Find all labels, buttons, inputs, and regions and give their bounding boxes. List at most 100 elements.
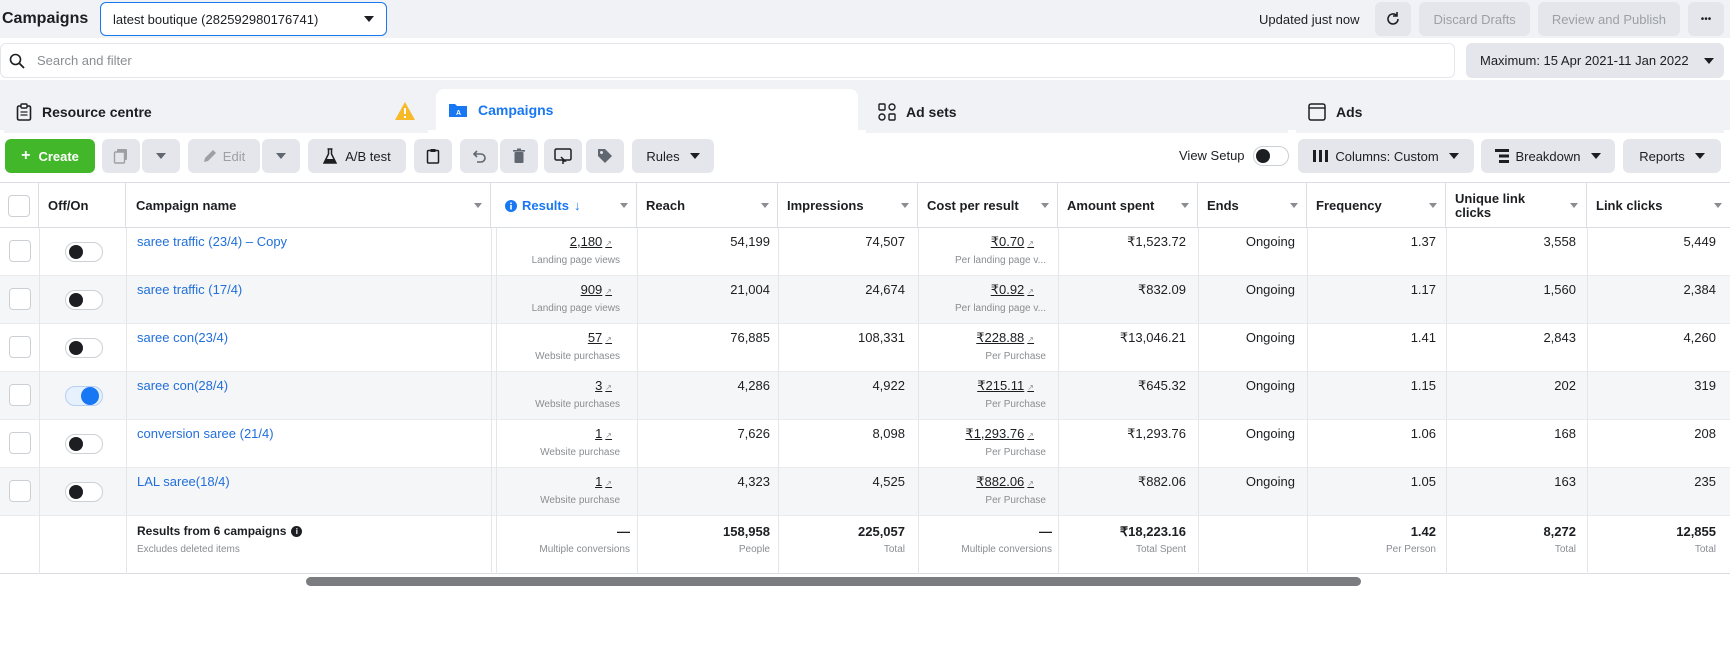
totals-impressions-subtitle: Total (883, 544, 905, 555)
column-divider (39, 276, 40, 324)
chevron-down-icon (364, 16, 374, 22)
campaign-toggle[interactable] (65, 290, 103, 310)
totals-lc-value: 12,855 (1676, 524, 1716, 539)
clipboard-button[interactable] (414, 139, 452, 173)
impressions-value-value: 74,507 (865, 234, 905, 249)
duplicate-button[interactable] (102, 139, 140, 173)
results-value[interactable]: 2,180 ↗ (570, 234, 612, 249)
trash-icon (513, 148, 525, 163)
row-checkbox[interactable] (9, 384, 31, 406)
reports-dropdown[interactable]: Reports (1623, 139, 1721, 173)
search-input[interactable]: Search and filter (37, 53, 132, 68)
tab-ads[interactable]: Ads (1296, 91, 1724, 133)
column-divider (1307, 324, 1308, 372)
campaign-toggle[interactable] (65, 434, 103, 454)
cost-per-result-value[interactable]: ₹0.92 ↗ (991, 282, 1034, 298)
refresh-button[interactable] (1375, 2, 1412, 36)
header-link-clicks[interactable]: Link clicks (1588, 183, 1730, 228)
header-unique-link-clicks[interactable]: Unique link clicks (1447, 183, 1587, 228)
campaign-toggle[interactable] (65, 482, 103, 502)
cost-per-result-value[interactable]: ₹228.88 ↗ (976, 330, 1034, 346)
results-value[interactable]: 1 ↗ (595, 426, 612, 441)
column-divider (1446, 468, 1447, 516)
account-selector[interactable]: latest boutique (282592980176741) (100, 2, 387, 36)
campaign-name-link[interactable]: saree con(23/4) (137, 330, 228, 345)
campaign-toggle[interactable] (65, 386, 103, 406)
header-amount-spent[interactable]: Amount spent (1059, 183, 1198, 228)
column-divider (918, 276, 919, 324)
header-frequency[interactable]: Frequency (1308, 183, 1446, 228)
view-setup-toggle[interactable] (1253, 146, 1289, 166)
rules-dropdown[interactable]: Rules (632, 139, 714, 173)
edit-button[interactable]: Edit (188, 139, 260, 173)
delete-button[interactable] (500, 139, 538, 173)
frequency-value: 1.41 (1411, 330, 1436, 345)
more-options-button[interactable]: ••• (1688, 2, 1724, 36)
header-impressions[interactable]: Impressions (779, 183, 918, 228)
cost-per-result-value[interactable]: ₹882.06 ↗ (976, 474, 1034, 490)
chevron-down-icon (1714, 203, 1722, 208)
row-checkbox[interactable] (9, 240, 31, 262)
unique-link-clicks-value-value: 163 (1554, 474, 1576, 489)
toggle-knob (69, 245, 83, 259)
header-select-all (0, 183, 39, 228)
header-results[interactable]: Results ↓ (497, 183, 637, 228)
reach-value: 21,004 (730, 282, 770, 297)
column-divider (1058, 276, 1059, 324)
row-checkbox[interactable] (9, 336, 31, 358)
campaign-name-link[interactable]: saree con(28/4) (137, 378, 228, 393)
cost-per-result-value[interactable]: ₹215.11 ↗ (977, 378, 1034, 394)
campaign-name-link[interactable]: saree traffic (17/4) (137, 282, 242, 297)
row-checkbox[interactable] (9, 480, 31, 502)
campaign-toggle[interactable] (65, 338, 103, 358)
preview-button[interactable] (544, 139, 582, 173)
tab-label: Campaigns (478, 102, 554, 118)
column-divider (1307, 468, 1308, 516)
column-divider (1446, 420, 1447, 468)
results-value[interactable]: 1 ↗ (595, 474, 612, 489)
row-checkbox[interactable] (9, 432, 31, 454)
tab-resource-centre[interactable]: Resource centre (4, 91, 428, 133)
column-divider (126, 324, 127, 372)
results-value[interactable]: 3 ↗ (595, 378, 612, 393)
header-ends[interactable]: Ends (1199, 183, 1307, 228)
campaign-name-link[interactable]: conversion saree (21/4) (137, 426, 274, 441)
date-range-picker[interactable]: Maximum: 15 Apr 2021-11 Jan 2022 (1466, 43, 1724, 78)
row-checkbox[interactable] (9, 288, 31, 310)
campaign-toggle[interactable] (65, 242, 103, 262)
campaign-name-link[interactable]: saree traffic (23/4) – Copy (137, 234, 287, 249)
duplicate-dropdown-button[interactable] (142, 139, 180, 173)
results-value[interactable]: 909 ↗ (581, 282, 612, 297)
link-clicks-value: 5,449 (1683, 234, 1716, 249)
external-link-icon: ↗ (605, 431, 612, 440)
column-divider (1198, 276, 1199, 324)
tag-button[interactable] (586, 139, 624, 173)
header-campaign-name[interactable]: Campaign name (127, 183, 491, 228)
header-cost-per-result[interactable]: Cost per result (919, 183, 1058, 228)
tab-campaigns[interactable]: A Campaigns (436, 89, 858, 131)
column-divider (496, 468, 497, 516)
campaign-name-link[interactable]: LAL saree(18/4) (137, 474, 230, 489)
reach-value: 4,323 (737, 474, 770, 489)
search-bar[interactable]: Search and filter (0, 43, 1455, 78)
undo-button[interactable] (460, 139, 498, 173)
edit-dropdown-button[interactable] (262, 139, 300, 173)
breakdown-dropdown[interactable]: Breakdown (1481, 139, 1615, 173)
ab-test-button[interactable]: A/B test (308, 139, 406, 173)
cost-per-result-value[interactable]: ₹0.70 ↗ (991, 234, 1034, 250)
header-reach[interactable]: Reach (638, 183, 778, 228)
create-button[interactable]: + Create (5, 139, 95, 173)
select-all-checkbox[interactable] (8, 194, 30, 217)
tab-ad-sets[interactable]: Ad sets (866, 91, 1288, 133)
discard-drafts-button[interactable]: Discard Drafts (1419, 2, 1530, 36)
svg-text:A: A (456, 110, 461, 117)
totals-lc: 12,855 (1676, 524, 1716, 539)
cost-per-result-value[interactable]: ₹1,293.76 ↗ (965, 426, 1034, 442)
results-value[interactable]: 57 ↗ (588, 330, 612, 345)
column-divider (496, 324, 497, 372)
columns-dropdown[interactable]: Columns: Custom (1298, 139, 1474, 173)
link-clicks-value-value: 235 (1694, 474, 1716, 489)
horizontal-scrollbar[interactable] (306, 577, 1361, 586)
review-publish-button[interactable]: Review and Publish (1537, 2, 1680, 36)
chevron-down-icon (1429, 203, 1437, 208)
